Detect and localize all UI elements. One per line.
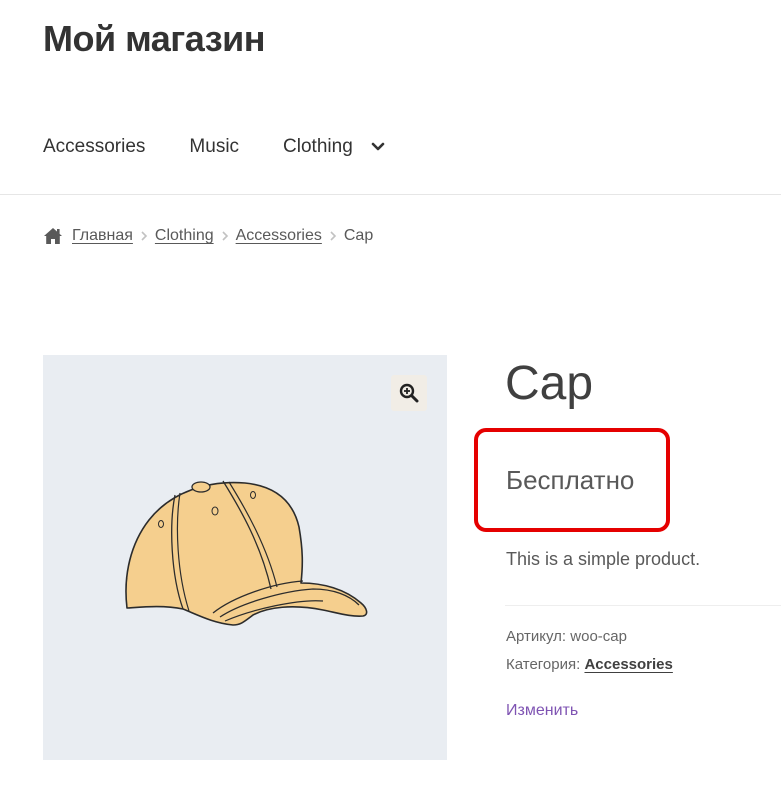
nav-item-music[interactable]: Music (189, 136, 239, 158)
product-image-cap[interactable] (113, 465, 383, 655)
sku-value: woo-cap (570, 628, 627, 645)
chevron-right-icon (222, 231, 228, 241)
nav-item-accessories[interactable]: Accessories (43, 136, 145, 158)
primary-nav: Accessories Music Clothing (43, 134, 387, 160)
home-icon (44, 228, 62, 244)
category-link[interactable]: Accessories (584, 656, 672, 673)
sku-label: Артикул: (506, 628, 567, 645)
edit-product-link[interactable]: Изменить (506, 702, 578, 720)
chevron-down-icon[interactable] (369, 138, 387, 156)
breadcrumb-clothing[interactable]: Clothing (155, 227, 214, 245)
zoom-icon (399, 383, 419, 403)
breadcrumb: Главная Clothing Accessories Cap (43, 227, 373, 245)
price-highlight-box (474, 428, 670, 532)
product-short-description: This is a simple product. (506, 549, 701, 569)
chevron-right-icon (141, 231, 148, 241)
breadcrumb-home[interactable]: Главная (72, 227, 133, 245)
category-label: Категория: (506, 656, 581, 673)
product-title: Cap (505, 357, 594, 410)
chevron-right-icon (330, 231, 336, 241)
nav-item-clothing-label: Clothing (283, 136, 353, 157)
breadcrumb-accessories[interactable]: Accessories (236, 227, 322, 245)
product-sku: Артикул: woo-cap (506, 628, 627, 645)
breadcrumb-current: Cap (343, 227, 374, 244)
product-category: Категория: Accessories (506, 656, 673, 673)
site-title[interactable]: Мой магазин (43, 18, 266, 60)
meta-divider (505, 605, 781, 606)
header-divider (0, 194, 781, 195)
zoom-button[interactable] (391, 375, 427, 411)
nav-item-clothing[interactable]: Clothing (283, 136, 387, 158)
product-gallery[interactable] (43, 355, 447, 760)
